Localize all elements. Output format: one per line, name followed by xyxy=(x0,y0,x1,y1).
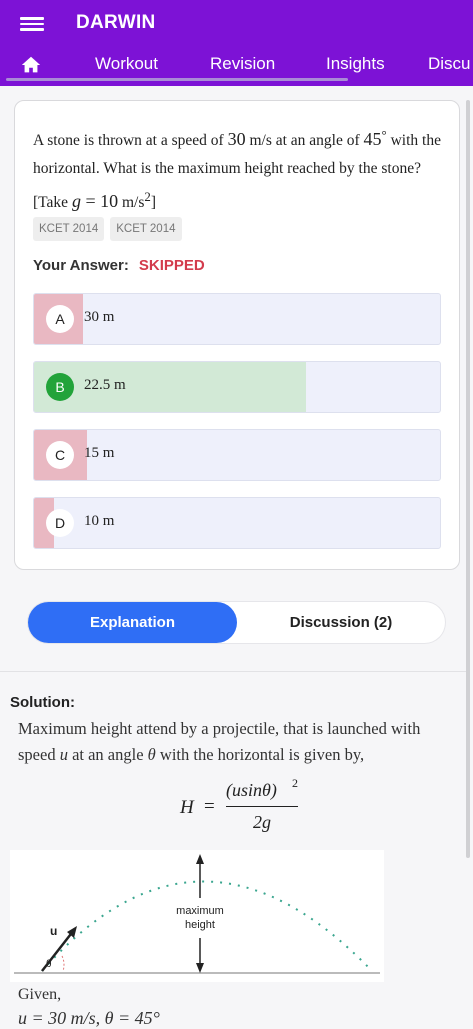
projectile-figure: maximum height u θ xyxy=(10,850,384,982)
option-text: 30 m xyxy=(84,309,115,325)
tab-insights[interactable]: Insights xyxy=(326,54,385,74)
home-icon[interactable] xyxy=(20,54,42,76)
label-theta: θ xyxy=(46,959,52,970)
label-u: u xyxy=(50,924,57,938)
exam-tag: KCET 2014 xyxy=(110,217,182,241)
tab-workout[interactable]: Workout xyxy=(95,54,158,74)
menu-icon[interactable] xyxy=(20,14,44,34)
answer-status: SKIPPED xyxy=(138,257,205,274)
explanation-tab[interactable]: Explanation xyxy=(28,602,237,643)
app-header: DARWIN Workout Revision Insights Discu xyxy=(0,0,473,86)
projectile-diagram: maximum height u θ xyxy=(14,854,380,974)
option-text: 15 m xyxy=(84,445,115,461)
option-letter: A xyxy=(46,305,74,333)
label-height: height xyxy=(185,919,215,931)
option-letter: B xyxy=(46,373,74,401)
given-values: u = 30 m/s, θ = 45° xyxy=(18,1008,160,1028)
option-a[interactable]: A 30 m xyxy=(33,293,441,345)
question-card: A stone is thrown at a speed of 30 m/s a… xyxy=(14,100,460,570)
option-fill xyxy=(34,362,307,412)
option-c[interactable]: C 15 m xyxy=(33,429,441,481)
solution-text: Maximum height attend by a projectile, t… xyxy=(18,719,421,764)
scrollbar[interactable] xyxy=(466,100,470,858)
app-title: DARWIN xyxy=(76,12,156,33)
question-text: A stone is thrown at a speed of 30 m/s a… xyxy=(33,127,441,212)
height-arrow-bottom xyxy=(196,963,204,973)
explanation-discussion-toggle: Explanation Discussion (2) xyxy=(28,602,445,643)
label-maximum: maximum xyxy=(176,905,224,917)
exam-tag: KCET 2014 xyxy=(33,217,105,241)
exam-tags: KCET 2014 KCET 2014 xyxy=(33,217,188,241)
height-arrow-top xyxy=(196,854,204,864)
option-letter: D xyxy=(46,509,74,537)
angle-arc xyxy=(61,955,65,972)
your-answer: Your Answer: SKIPPED xyxy=(33,257,205,274)
tab-revision[interactable]: Revision xyxy=(210,54,275,74)
option-text: 10 m xyxy=(84,513,115,529)
solution-heading: Solution: xyxy=(10,694,75,711)
option-letter: C xyxy=(46,441,74,469)
given-label: Given, xyxy=(18,986,62,1003)
option-d[interactable]: D 10 m xyxy=(33,497,441,549)
option-text: 22.5 m xyxy=(84,377,126,393)
discussion-tab[interactable]: Discussion (2) xyxy=(237,602,445,643)
divider xyxy=(0,671,466,672)
tab-discussion[interactable]: Discu xyxy=(428,54,471,74)
tab-underline xyxy=(6,78,348,81)
option-b[interactable]: B 22.5 m xyxy=(33,361,441,413)
nav-tabs: Workout Revision Insights Discu xyxy=(0,50,473,86)
